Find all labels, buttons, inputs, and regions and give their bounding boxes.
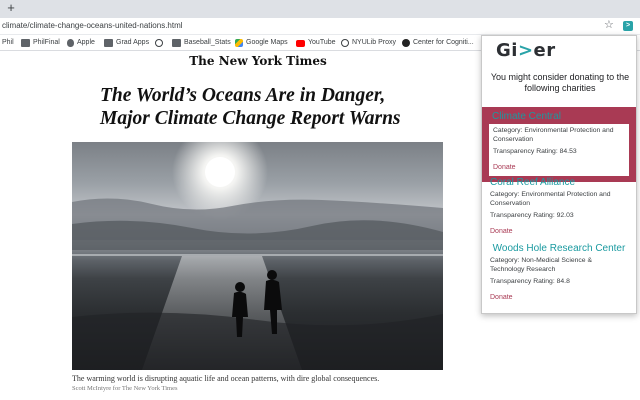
bookmark-youtube[interactable]: YouTube [296, 37, 336, 49]
shore [72, 312, 443, 370]
article-headline: The World’s Oceans Are in Danger, Major … [100, 85, 401, 129]
charity-card-climate-central: Climate Central Category: Environmental … [482, 107, 636, 182]
charity-category: Category: Environmental Protection and C… [490, 191, 611, 207]
charity-card-coral-reef-alliance: Coral Reef Alliance Category: Environmen… [482, 177, 636, 238]
bookmark-nyulib-proxy[interactable]: NYULib Proxy [341, 37, 396, 49]
charity-details: Category: Environmental Protection and C… [488, 123, 630, 177]
giver-logo-arrow-icon: > [517, 40, 534, 61]
charity-rating: Transparency Rating: 84.53 [493, 148, 577, 155]
giver-popup: Gi>er You might consider donating to the… [481, 35, 637, 314]
new-tab-button[interactable]: + [4, 1, 18, 15]
google-maps-icon [235, 39, 243, 47]
donate-link[interactable]: Donate [493, 163, 516, 173]
charity-name[interactable]: Climate Central [488, 111, 630, 123]
folder-icon [104, 39, 113, 47]
giver-extension-icon[interactable]: > [623, 21, 633, 31]
globe-icon [341, 39, 349, 47]
globe-icon [155, 39, 163, 47]
bookmark-baseball-stats[interactable]: Baseball_Stats [172, 37, 231, 49]
apple-icon [67, 39, 74, 47]
donate-link[interactable]: Donate [490, 293, 513, 303]
photo-credit: Scott McIntyre for The New York Times [72, 385, 178, 392]
charity-name[interactable]: Woods Hole Research Center [490, 243, 628, 255]
sun [205, 157, 235, 187]
bookmark-grad-apps[interactable]: Grad Apps [104, 37, 149, 49]
bookmark-phil[interactable]: Phil [2, 37, 14, 49]
charity-category: Category: Environmental Protection and C… [493, 127, 614, 143]
youtube-icon [296, 39, 305, 47]
beach-sunset-image [72, 142, 443, 370]
photo-caption: The warming world is disrupting aquatic … [72, 374, 380, 383]
charity-card-woods-hole: Woods Hole Research Center Category: Non… [482, 243, 636, 304]
charity-category: Category: Non-Medical Science & Technolo… [490, 257, 592, 273]
folder-icon [172, 39, 181, 47]
bookmark-star-icon[interactable]: ☆ [604, 19, 614, 32]
charity-rating: Transparency Rating: 92.03 [490, 212, 574, 219]
folder-icon [21, 39, 30, 47]
url-text[interactable]: climate/climate-change-oceans-united-nat… [2, 20, 183, 32]
donate-link[interactable]: Donate [490, 227, 513, 237]
tab-strip: + [0, 0, 640, 18]
giver-logo: Gi>er [496, 40, 556, 61]
bookmark-google-maps[interactable]: Google Maps [235, 37, 288, 49]
bookmark-apple[interactable]: Apple [67, 37, 95, 49]
nyt-masthead[interactable]: The New York Times [0, 54, 516, 68]
site-icon [402, 39, 410, 47]
bookmark-globe[interactable] [155, 37, 163, 49]
address-bar[interactable]: climate/climate-change-oceans-united-nat… [0, 18, 640, 35]
charity-rating: Transparency Rating: 84.8 [490, 278, 570, 285]
bookmark-philfinal[interactable]: PhilFinal [21, 37, 60, 49]
article-photo [72, 142, 443, 370]
horizon [72, 254, 443, 256]
popup-intro: You might consider donating to the follo… [490, 72, 630, 93]
charity-name[interactable]: Coral Reef Alliance [490, 177, 628, 189]
bookmark-center-for-cognition[interactable]: Center for Cogniti... [402, 37, 474, 49]
